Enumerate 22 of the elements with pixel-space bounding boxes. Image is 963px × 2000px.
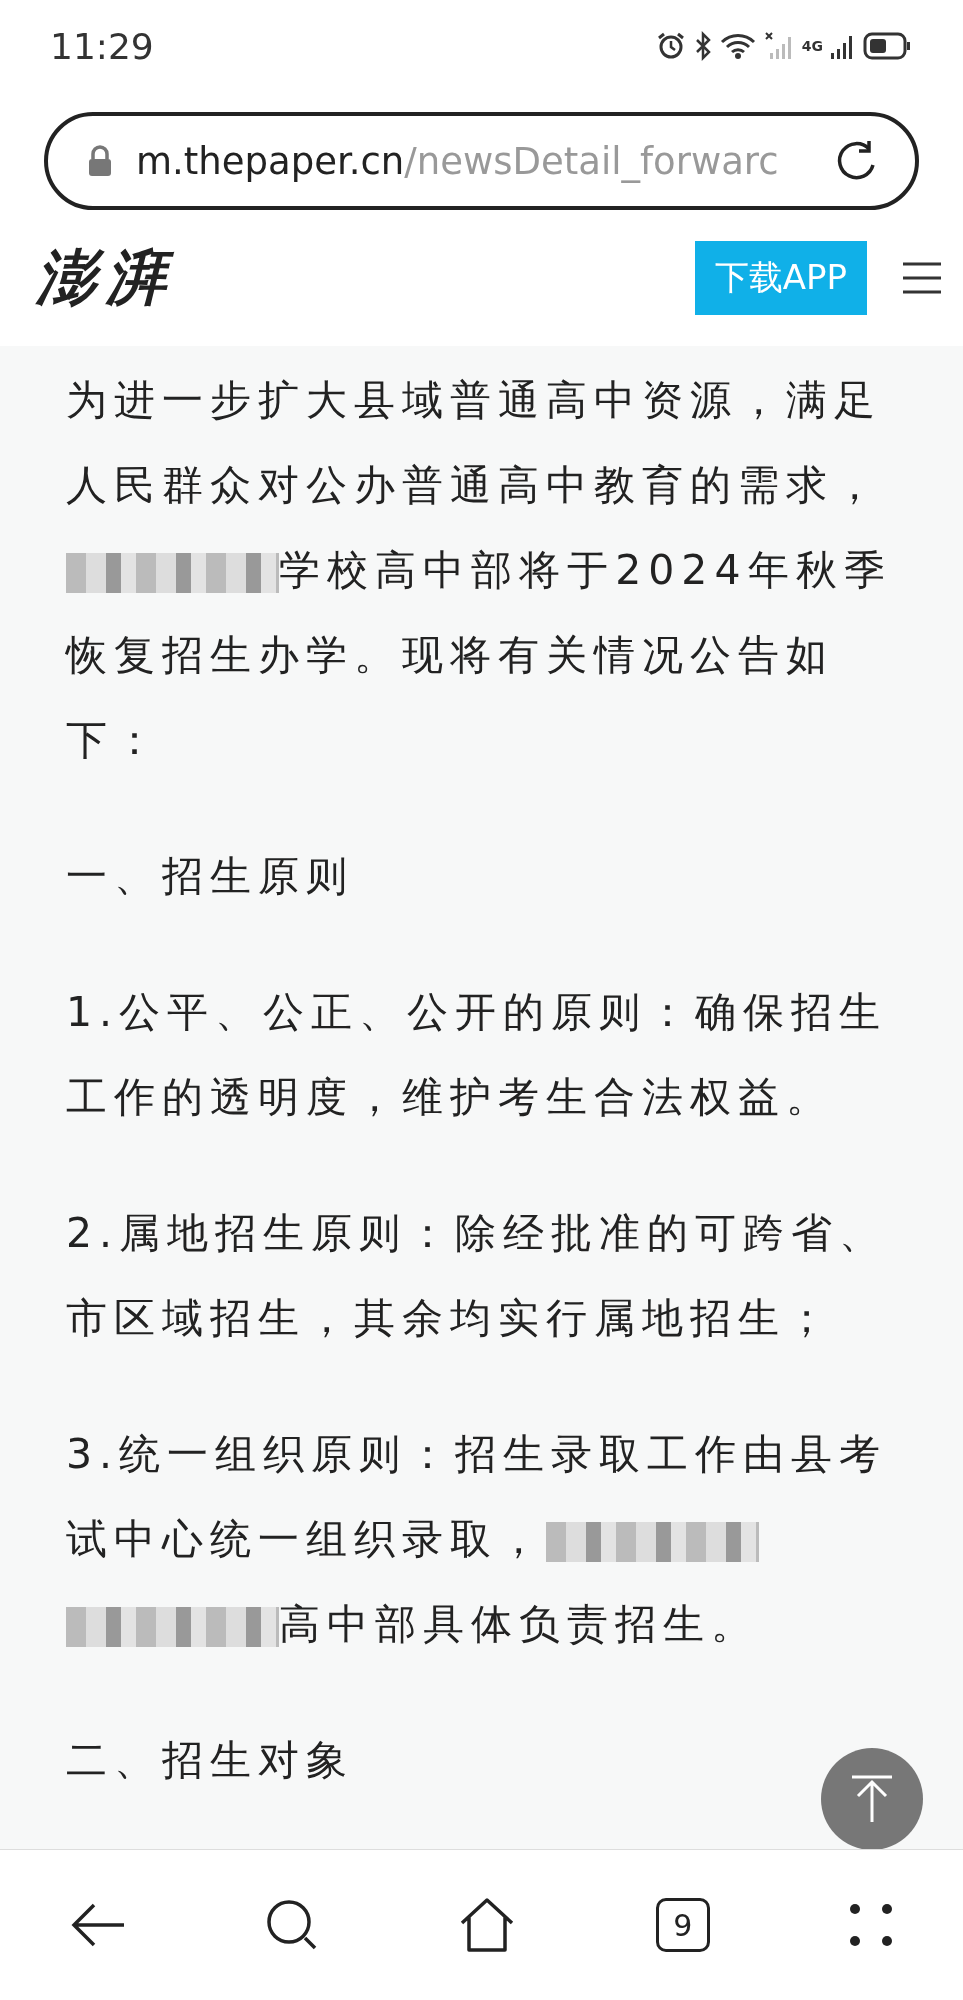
address-bar[interactable]: m.thepaper.cn/newsDetail_forwarc [44, 112, 919, 210]
alarm-clock-icon [655, 31, 686, 61]
network-type-label: 4G [801, 38, 823, 54]
url-text[interactable]: m.thepaper.cn/newsDetail_forwarc [136, 139, 811, 183]
back-arrow-icon[interactable] [69, 1901, 126, 1949]
signal-icon [763, 31, 794, 61]
article-paragraph: 为进一步扩大县域普通高中资源，满足人民群众对公办普通高中教育的需求， 学校高中部将于2024年秋季恢复招生办学。现将有关情况公告如下： [66, 375, 893, 766]
bluetooth-icon [693, 31, 712, 61]
lock-icon [86, 145, 114, 177]
article-paragraph: 一、招生原则 [66, 851, 354, 902]
status-time: 11:29 [50, 25, 154, 67]
menu-icon[interactable] [903, 261, 941, 295]
article-paragraph: 二、招生对象 [66, 1735, 354, 1786]
up-arrow-icon [850, 1774, 894, 1824]
battery-icon [863, 32, 911, 60]
article-paragraph: 2.属地招生原则：除经批准的可跨省、市区域招生，其余均实行属地招生； [66, 1208, 889, 1344]
dots-menu-icon[interactable] [849, 1903, 894, 1947]
article-paragraph: 1.公平、公正、公开的原则：确保招生工作的透明度，维护考生合法权益。 [66, 987, 889, 1123]
site-logo[interactable]: 澎湃 [36, 237, 176, 319]
wifi-icon [719, 32, 756, 60]
article-paragraph: 3.统一组织原则：招生录取工作由县考试中心统一组织录取， 高中部具体负责招生。 [66, 1429, 889, 1650]
tab-count-button[interactable]: 9 [655, 1898, 710, 1952]
